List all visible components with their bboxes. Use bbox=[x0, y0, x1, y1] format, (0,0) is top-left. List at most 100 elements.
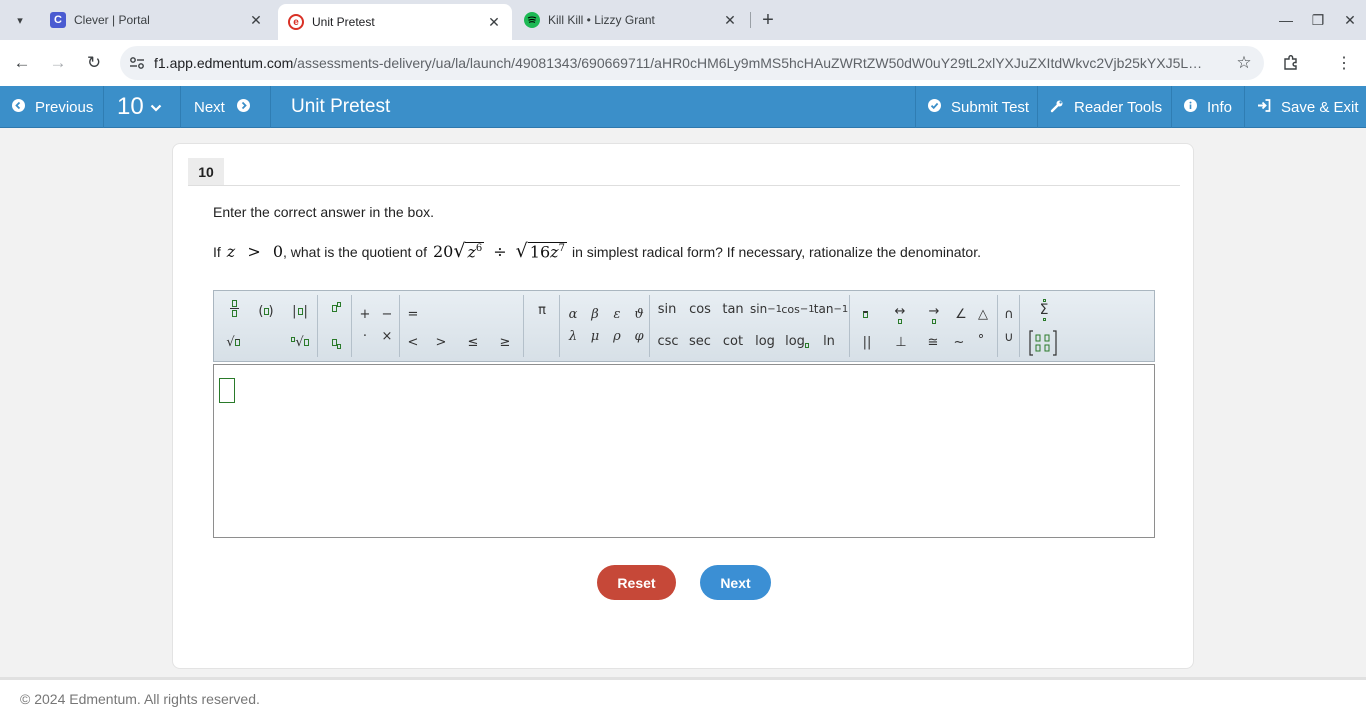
dot-button[interactable]: · bbox=[356, 325, 374, 347]
question-number: 10 bbox=[117, 93, 144, 120]
fraction-button[interactable] bbox=[224, 297, 244, 319]
similar-button[interactable]: ~ bbox=[950, 331, 968, 353]
reload-icon[interactable]: ↻ bbox=[80, 49, 108, 77]
reader-tools-label: Reader Tools bbox=[1074, 98, 1163, 116]
cos-button[interactable]: cos bbox=[686, 298, 714, 320]
triangle-button[interactable]: △ bbox=[974, 303, 992, 325]
footer: © 2024 Edmentum. All rights reserved. bbox=[0, 680, 1366, 720]
times-button[interactable]: × bbox=[378, 325, 396, 347]
log-base-button[interactable]: log bbox=[782, 330, 812, 352]
line-button[interactable]: ↔ bbox=[886, 301, 914, 327]
next-button[interactable]: Next bbox=[700, 565, 771, 600]
palette-group-relations: = < > ≤ ≥ bbox=[400, 295, 524, 357]
tan-button[interactable]: tan bbox=[720, 298, 746, 320]
parallel-button[interactable]: || bbox=[858, 331, 876, 353]
arcsin-button[interactable]: sin −1 bbox=[750, 298, 782, 320]
epsilon-button[interactable]: ε bbox=[608, 303, 626, 325]
parentheses-button[interactable]: () bbox=[254, 300, 278, 322]
info-button[interactable]: Info bbox=[1172, 86, 1245, 128]
close-tab-icon[interactable]: ✕ bbox=[486, 14, 502, 31]
equals-button[interactable]: = bbox=[404, 303, 422, 325]
nth-root-button[interactable]: √ bbox=[288, 331, 312, 353]
site-info-icon[interactable] bbox=[120, 56, 154, 70]
arccos-button[interactable]: cos −1 bbox=[781, 298, 814, 320]
info-label: Info bbox=[1207, 98, 1233, 116]
summation-button[interactable]: Σ bbox=[1034, 297, 1054, 323]
copyright-text: © 2024 Edmentum. All rights reserved. bbox=[20, 691, 260, 707]
cot-button[interactable]: cot bbox=[720, 330, 746, 352]
reader-tools-button[interactable]: Reader Tools bbox=[1038, 86, 1172, 128]
sin-button[interactable]: sin bbox=[654, 298, 680, 320]
pi-button[interactable]: π bbox=[533, 299, 551, 321]
arctan-button[interactable]: tan −1 bbox=[814, 298, 848, 320]
alpha-button[interactable]: α bbox=[564, 303, 582, 325]
intersection-button[interactable]: ∩ bbox=[1000, 303, 1018, 325]
restore-icon[interactable]: ❐ bbox=[1302, 0, 1334, 40]
sec-button[interactable]: sec bbox=[686, 330, 714, 352]
browser-toolbar: ← → ↻ f1.app.edmentum.com/assessments-de… bbox=[0, 40, 1366, 86]
next-question-button[interactable]: Next bbox=[181, 86, 271, 128]
palette-group-functions: sin cos tan sin −1 cos −1 tan −1 csc sec co… bbox=[650, 295, 850, 357]
greater-than-button[interactable]: > bbox=[432, 331, 450, 353]
extensions-puzzle-icon[interactable] bbox=[1278, 50, 1304, 76]
palette-group-constants: π bbox=[524, 295, 560, 357]
tab-title: Kill Kill • Lizzy Grant bbox=[548, 13, 655, 27]
forward-arrow-icon[interactable]: → bbox=[44, 49, 72, 77]
palette-group-operators: + − · × bbox=[352, 295, 400, 357]
bookmark-star-icon[interactable]: ☆ bbox=[1224, 53, 1264, 73]
math-condition: z > 0 bbox=[226, 242, 283, 261]
save-exit-button[interactable]: Save & Exit bbox=[1245, 86, 1366, 128]
reset-button[interactable]: Reset bbox=[597, 565, 676, 600]
log-button[interactable]: log bbox=[752, 330, 778, 352]
absolute-value-button[interactable]: | | bbox=[288, 300, 312, 322]
csc-button[interactable]: csc bbox=[654, 330, 682, 352]
close-tab-icon[interactable]: ✕ bbox=[248, 12, 264, 29]
clever-favicon-icon: C bbox=[50, 12, 66, 28]
angle-button[interactable]: ∠ bbox=[952, 303, 970, 325]
tab-title: Unit Pretest bbox=[312, 15, 375, 29]
browser-menu-icon[interactable]: ⋮ bbox=[1331, 50, 1357, 76]
phi-button[interactable]: φ bbox=[630, 325, 648, 347]
overline-button[interactable] bbox=[856, 303, 874, 325]
tab-clever-portal[interactable]: C Clever | Portal ✕ bbox=[40, 4, 274, 36]
palette-group-geometry: ↔ → ∠ △ || ⊥ ≅ ~ ° bbox=[850, 295, 998, 357]
question-number-dropdown[interactable]: 10 bbox=[104, 86, 181, 128]
greater-equal-button[interactable]: ≥ bbox=[496, 331, 514, 353]
lambda-button[interactable]: λ bbox=[564, 325, 582, 347]
less-than-button[interactable]: < bbox=[404, 331, 422, 353]
previous-button[interactable]: Previous bbox=[0, 86, 104, 128]
browser-tab-bar: ▾ C Clever | Portal ✕ e Unit Pretest ✕ K… bbox=[0, 0, 1366, 40]
back-arrow-icon[interactable]: ← bbox=[8, 49, 36, 77]
matrix-button[interactable] bbox=[1028, 329, 1058, 357]
ray-button[interactable]: → bbox=[920, 301, 948, 327]
close-window-icon[interactable]: ✕ bbox=[1334, 0, 1366, 40]
less-equal-button[interactable]: ≤ bbox=[464, 331, 482, 353]
union-button[interactable]: ∪ bbox=[1000, 326, 1018, 348]
sign-out-icon bbox=[1257, 99, 1271, 115]
new-tab-plus-icon[interactable]: + bbox=[756, 8, 780, 32]
rho-button[interactable]: ρ bbox=[608, 325, 626, 347]
exponent-button[interactable] bbox=[326, 297, 346, 319]
tab-unit-pretest[interactable]: e Unit Pretest ✕ bbox=[278, 4, 512, 40]
url-text: f1.app.edmentum.com/assessments-delivery… bbox=[154, 55, 1203, 71]
address-bar[interactable]: f1.app.edmentum.com/assessments-delivery… bbox=[120, 46, 1264, 80]
tab-spotify[interactable]: Kill Kill • Lizzy Grant ✕ bbox=[514, 4, 748, 36]
ln-button[interactable]: ln bbox=[818, 330, 840, 352]
answer-input[interactable] bbox=[213, 364, 1155, 538]
tab-search-chevron-icon[interactable]: ▾ bbox=[8, 8, 32, 32]
mu-button[interactable]: μ bbox=[586, 325, 604, 347]
subscript-button[interactable] bbox=[326, 331, 346, 353]
theta-button[interactable]: ϑ bbox=[630, 303, 648, 325]
perpendicular-button[interactable]: ⊥ bbox=[892, 331, 910, 353]
question-card: 10 Enter the correct answer in the box. … bbox=[172, 143, 1194, 669]
submit-test-button[interactable]: Submit Test bbox=[915, 86, 1038, 128]
square-root-button[interactable]: √ bbox=[222, 331, 244, 353]
degree-button[interactable]: ° bbox=[972, 329, 990, 351]
answer-placeholder-box[interactable] bbox=[219, 378, 235, 403]
minimize-icon[interactable]: — bbox=[1270, 0, 1302, 40]
minus-button[interactable]: − bbox=[378, 303, 396, 325]
plus-button[interactable]: + bbox=[356, 303, 374, 325]
beta-button[interactable]: β bbox=[586, 303, 604, 325]
close-tab-icon[interactable]: ✕ bbox=[722, 12, 738, 29]
congruent-button[interactable]: ≅ bbox=[924, 331, 942, 353]
